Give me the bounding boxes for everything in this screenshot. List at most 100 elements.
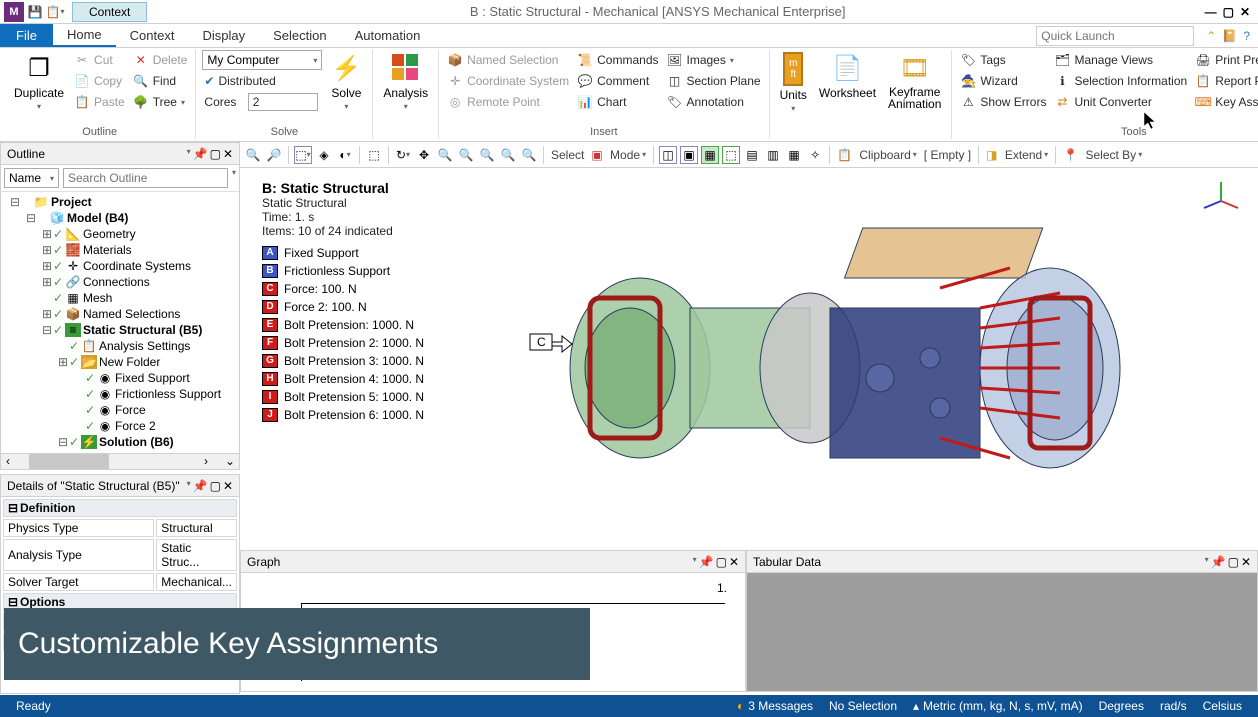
- details-value[interactable]: Structural: [156, 519, 237, 537]
- close-button[interactable]: ✕: [1240, 5, 1250, 19]
- zoom-in-icon[interactable]: 🔍: [244, 146, 262, 164]
- tree-item[interactable]: ⊞✓🔗Connections: [3, 274, 237, 290]
- zoom-out-icon[interactable]: 🔎: [265, 146, 283, 164]
- outline-scrollbar[interactable]: ‹ › ⌄: [1, 453, 239, 469]
- zoom-icon-2[interactable]: 🔍: [457, 146, 475, 164]
- tree-item[interactable]: ⊞✓📐Geometry: [3, 226, 237, 242]
- comment-button[interactable]: 💬Comment: [575, 71, 660, 91]
- panel-close-icon[interactable]: ✕: [223, 479, 233, 493]
- status-messages[interactable]: ◐3 Messages: [729, 699, 821, 713]
- panel-window-icon[interactable]: ▢: [1228, 555, 1239, 569]
- options-icon[interactable]: 📋▾: [46, 3, 64, 21]
- panel-close-icon[interactable]: ✕: [729, 555, 739, 569]
- status-celsius[interactable]: Celsius: [1195, 699, 1250, 713]
- maximize-button[interactable]: ▢: [1223, 5, 1234, 19]
- tree-button[interactable]: 🌳Tree▾: [131, 92, 190, 112]
- select-mode-button[interactable]: ▣ Mode▾: [589, 144, 648, 166]
- tree-item[interactable]: ✓◉Force 2: [3, 418, 237, 434]
- panel-pin-icon[interactable]: 📌: [699, 555, 714, 569]
- paste-button[interactable]: 📋Paste: [72, 92, 127, 112]
- zoom-icon-5[interactable]: 🔍: [520, 146, 538, 164]
- tab-automation[interactable]: Automation: [341, 24, 435, 47]
- tree-item[interactable]: ⊟🧊Model (B4): [3, 210, 237, 226]
- remote-point-button[interactable]: ◎Remote Point: [445, 92, 571, 112]
- manage-views-button[interactable]: 🗂Manage Views: [1052, 50, 1189, 70]
- zoom-icon-3[interactable]: 🔍: [478, 146, 496, 164]
- tab-selection[interactable]: Selection: [259, 24, 340, 47]
- status-selection[interactable]: No Selection: [821, 699, 905, 713]
- tab-display[interactable]: Display: [188, 24, 259, 47]
- sel-icon-8[interactable]: ✧: [806, 146, 824, 164]
- selection-info-button[interactable]: ℹSelection Information: [1052, 71, 1189, 91]
- section-plane-button[interactable]: ◫Section Plane: [665, 71, 763, 91]
- outline-options-icon[interactable]: ▾: [232, 168, 236, 188]
- select-by-button[interactable]: 📍 Select By▾: [1061, 144, 1144, 166]
- status-degrees[interactable]: Degrees: [1091, 699, 1152, 713]
- show-errors-button[interactable]: ⚠Show Errors: [958, 92, 1048, 112]
- details-value[interactable]: Mechanical...: [156, 573, 237, 591]
- tree-item[interactable]: ⊞✓📂New Folder: [3, 354, 237, 370]
- panel-window-icon[interactable]: ▢: [210, 479, 221, 493]
- copy-button[interactable]: 📄Copy: [72, 71, 127, 91]
- panel-dropdown-icon[interactable]: ▾: [187, 479, 191, 493]
- unit-converter-button[interactable]: ⇄Unit Converter: [1052, 92, 1189, 112]
- find-button[interactable]: 🔍Find: [131, 71, 190, 91]
- view-triad[interactable]: [1198, 178, 1244, 224]
- status-rads[interactable]: rad/s: [1152, 699, 1195, 713]
- cut-button[interactable]: ✂Cut: [72, 50, 127, 70]
- outline-tree[interactable]: ⊟📁Project⊟🧊Model (B4)⊞✓📐Geometry⊞✓🧱Mater…: [1, 192, 239, 453]
- notebook-icon[interactable]: 📔: [1222, 29, 1237, 43]
- tree-item[interactable]: ✓◉Force: [3, 402, 237, 418]
- commands-button[interactable]: 📜Commands: [575, 50, 660, 70]
- duplicate-button[interactable]: ❐ Duplicate ▾: [10, 50, 68, 113]
- chart-button[interactable]: 📊Chart: [575, 92, 660, 112]
- viewport-3d[interactable]: B: Static Structural Static Structural T…: [240, 168, 1258, 550]
- panel-window-icon[interactable]: ▢: [716, 555, 727, 569]
- render-mode-icon[interactable]: ◈: [315, 146, 333, 164]
- tree-item[interactable]: ⊞✓🧱Materials: [3, 242, 237, 258]
- tab-home[interactable]: Home: [53, 24, 116, 47]
- panel-close-icon[interactable]: ✕: [1241, 555, 1251, 569]
- keyframe-button[interactable]: 🎞Keyframe Animation: [884, 50, 945, 112]
- tree-item[interactable]: ⊞✓📦Named Selections: [3, 306, 237, 322]
- iso-view-icon[interactable]: ⬚▾: [294, 146, 312, 164]
- panel-pin-icon[interactable]: 📌: [193, 479, 208, 493]
- cores-input[interactable]: 2: [248, 93, 318, 111]
- minimize-button[interactable]: —: [1205, 5, 1217, 19]
- tree-item[interactable]: ⊟✓≡Static Structural (B5): [3, 322, 237, 338]
- annotation-button[interactable]: 🏷Annotation: [665, 92, 763, 112]
- clipboard-button[interactable]: 📋 Clipboard▾: [835, 144, 919, 166]
- named-selection-button[interactable]: 📦Named Selection: [445, 50, 571, 70]
- chevron-down-icon[interactable]: ⌄: [213, 454, 239, 469]
- delete-button[interactable]: ✕Delete: [131, 50, 190, 70]
- solve-button[interactable]: ⚡ Solve▾: [326, 50, 366, 113]
- tab-context[interactable]: Context: [116, 24, 189, 47]
- sel-icon-3[interactable]: ▦: [701, 146, 719, 164]
- images-button[interactable]: 🖼Images▾: [665, 50, 763, 70]
- tree-item[interactable]: ⊟✓⚡Solution (B6): [3, 434, 237, 450]
- status-units[interactable]: ▴Metric (mm, kg, N, s, mV, mA): [905, 699, 1091, 713]
- key-assignments-button[interactable]: ⌨Key Assignments: [1193, 92, 1258, 112]
- solver-computer-dropdown[interactable]: My Computer▾: [202, 50, 322, 70]
- sel-icon-5[interactable]: ▤: [743, 146, 761, 164]
- sel-icon-7[interactable]: ▦: [785, 146, 803, 164]
- zoom-icon-4[interactable]: 🔍: [499, 146, 517, 164]
- print-preview-button[interactable]: 🖨Print Preview: [1193, 50, 1258, 70]
- tree-item[interactable]: ✓◉Frictionless Support: [3, 386, 237, 402]
- analysis-button[interactable]: Analysis▾: [379, 50, 432, 113]
- outline-filter-dropdown[interactable]: Name▾: [4, 168, 59, 188]
- sel-icon-4[interactable]: ⬚: [722, 146, 740, 164]
- sel-icon-6[interactable]: ▥: [764, 146, 782, 164]
- tags-button[interactable]: 🏷Tags: [958, 50, 1048, 70]
- panel-window-icon[interactable]: ▢: [210, 147, 221, 161]
- outline-search-input[interactable]: [63, 168, 228, 188]
- sel-icon-2[interactable]: ▣: [680, 146, 698, 164]
- worksheet-button[interactable]: 📄Worksheet: [815, 50, 880, 102]
- wizard-button[interactable]: 🧙Wizard: [958, 71, 1048, 91]
- tool-icon-1[interactable]: ⬚: [365, 146, 383, 164]
- quick-launch-input[interactable]: [1036, 26, 1194, 46]
- rotate-icon[interactable]: ↻▾: [394, 146, 412, 164]
- zoom-icon-1[interactable]: 🔍: [436, 146, 454, 164]
- tree-item[interactable]: ⊞✓✛Coordinate Systems: [3, 258, 237, 274]
- tree-item[interactable]: ✓◉Fixed Support: [3, 370, 237, 386]
